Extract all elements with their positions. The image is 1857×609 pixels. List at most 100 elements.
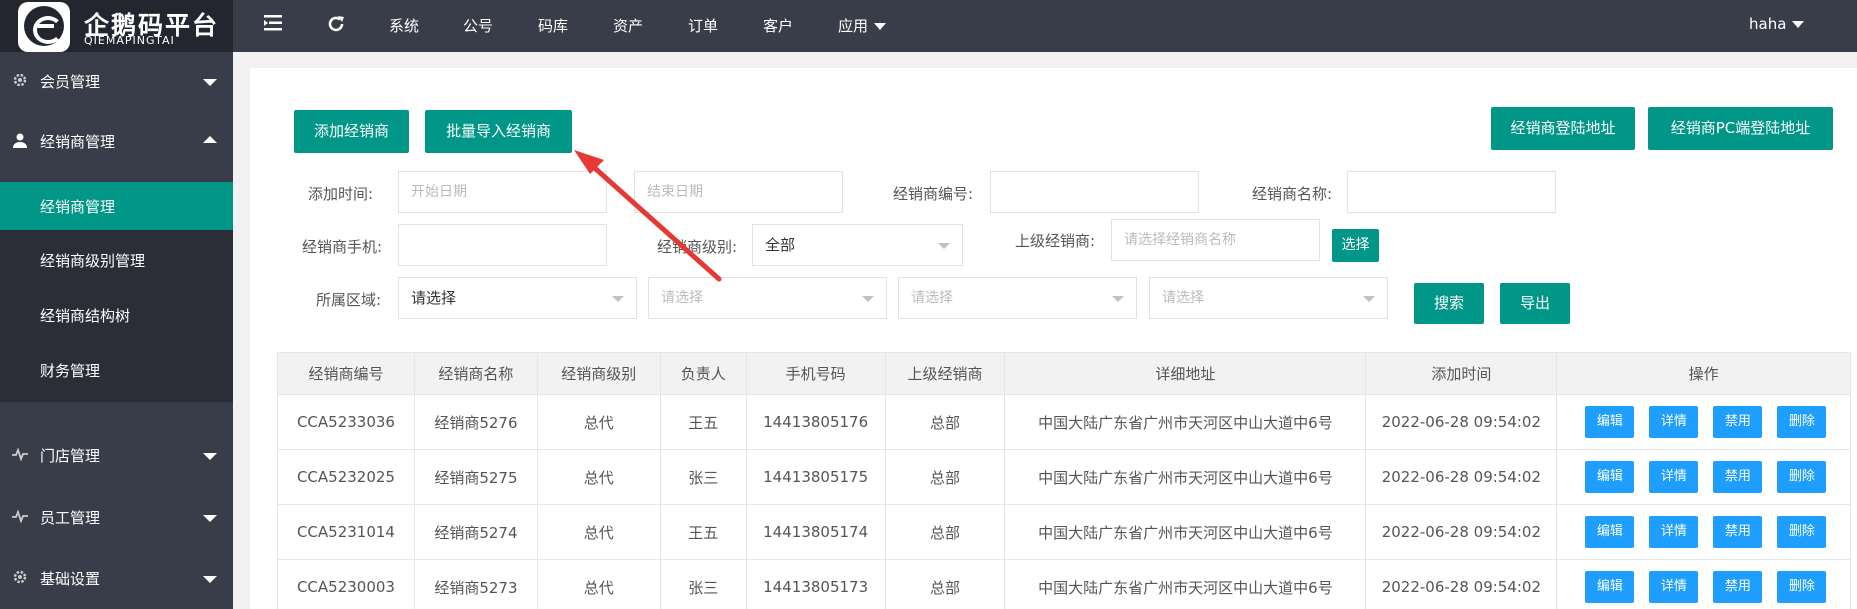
choose-parent-button[interactable]: 选择 (1332, 229, 1379, 262)
disable-button[interactable]: 禁用 (1713, 516, 1763, 548)
cell-parent-dealer: 总部 (884, 504, 1006, 560)
chevron-down-icon (203, 453, 217, 460)
submenu-dealer-tree[interactable]: 经销商结构树 (0, 291, 233, 339)
sidebar-item-stores[interactable]: 门店管理 (0, 426, 233, 486)
delete-button[interactable]: 删除 (1777, 516, 1827, 548)
submenu-finance[interactable]: 财务管理 (0, 346, 233, 394)
batch-import-button[interactable]: 批量导入经销商 (425, 110, 572, 153)
row-actions: 编辑 详情 禁用 删除 (1557, 560, 1850, 609)
submenu-dealer-management[interactable]: 经销商管理 (0, 182, 233, 230)
col-parent-dealer: 上级经销商 (884, 352, 1006, 395)
cell-added-time: 2022-06-28 09:54:02 (1365, 559, 1558, 609)
city-select[interactable]: 请选择 (648, 277, 887, 319)
col-dealer-no: 经销商编号 (277, 352, 415, 395)
chevron-down-icon (1792, 21, 1805, 28)
cell-owner: 王五 (659, 394, 747, 450)
cell-owner: 王五 (659, 504, 747, 560)
nav-official-account[interactable]: 公号 (463, 15, 493, 36)
disable-button[interactable]: 禁用 (1713, 461, 1763, 493)
cell-dealer-level: 总代 (536, 504, 661, 560)
sidebar-item-staff[interactable]: 员工管理 (0, 488, 233, 548)
delete-button[interactable]: 删除 (1777, 406, 1827, 438)
cell-parent-dealer: 总部 (884, 394, 1006, 450)
cell-phone: 14413805175 (745, 449, 886, 505)
district-placeholder: 请选择 (911, 290, 953, 306)
end-date-input[interactable]: 结束日期 (634, 171, 843, 213)
dealer-phone-input[interactable] (398, 224, 607, 266)
edit-button[interactable]: 编辑 (1585, 461, 1635, 493)
refresh-icon[interactable] (326, 14, 346, 39)
table-row: CCA5230003 经销商5273 总代 张三 14413805173 总部 中国大陆广东… (277, 559, 1851, 609)
sidebar-item-label: 基础设置 (40, 570, 101, 588)
submenu-dealer-level[interactable]: 经销商级别管理 (0, 236, 233, 284)
start-date-input[interactable]: 开始日期 (398, 171, 607, 213)
delete-button[interactable]: 删除 (1777, 571, 1827, 603)
logo-icon (18, 2, 70, 52)
chevron-down-icon (203, 576, 217, 583)
district-select[interactable]: 请选择 (898, 277, 1137, 319)
region-label: 所属区域: (315, 291, 381, 309)
sidebar-item-settings[interactable]: 基础设置 (0, 549, 233, 609)
added-time-label: 添加时间: (307, 185, 373, 203)
edit-button[interactable]: 编辑 (1585, 406, 1635, 438)
chevron-down-icon (612, 296, 624, 302)
cell-dealer-no: CCA5230003 (277, 559, 415, 609)
nav-system[interactable]: 系统 (389, 15, 419, 36)
row-actions: 编辑 详情 禁用 删除 (1557, 505, 1850, 559)
sidebar-item-members[interactable]: 会员管理 (0, 52, 233, 112)
cell-address: 中国大陆广东省广州市天河区中山大道中6号 (1004, 559, 1367, 609)
dealer-name-input[interactable] (1347, 171, 1556, 213)
nav-customers[interactable]: 客户 (763, 15, 793, 36)
cell-dealer-no: CCA5232025 (277, 449, 415, 505)
cell-phone: 14413805174 (745, 504, 886, 560)
sidebar-item-dealers[interactable]: 经销商管理 (0, 112, 233, 172)
sidebar-item-label: 员工管理 (40, 509, 101, 527)
gear-icon (13, 73, 27, 87)
dealer-no-input[interactable] (990, 171, 1199, 213)
street-select[interactable]: 请选择 (1149, 277, 1388, 319)
col-added-time: 添加时间 (1365, 352, 1558, 395)
nav-code-library[interactable]: 码库 (538, 15, 568, 36)
cell-added-time: 2022-06-28 09:54:02 (1365, 449, 1558, 505)
pulse-icon (12, 509, 28, 524)
dealer-pc-login-url-button[interactable]: 经销商PC端登陆地址 (1648, 107, 1833, 150)
table-row: CCA5231014 经销商5274 总代 王五 14413805174 总部 中国大陆广东… (277, 504, 1851, 560)
edit-button[interactable]: 编辑 (1585, 516, 1635, 548)
col-dealer-level: 经销商级别 (536, 352, 661, 395)
dealer-name-label: 经销商名称: (1251, 185, 1332, 203)
parent-dealer-input[interactable]: 请选择经销商名称 (1111, 219, 1320, 261)
detail-button[interactable]: 详情 (1649, 516, 1699, 548)
nav-assets[interactable]: 资产 (613, 15, 643, 36)
sidebar: 会员管理 经销商管理 经销商管理 经销商级别管理 经销商结构树 财务管理 门店管… (0, 52, 233, 609)
add-dealer-button[interactable]: 添加经销商 (294, 110, 409, 153)
export-button[interactable]: 导出 (1500, 283, 1570, 324)
cell-dealer-no: CCA5231014 (277, 504, 415, 560)
table-header-row: 经销商编号 经销商名称 经销商级别 负责人 手机号码 上级经销商 详细地址 添加… (277, 352, 1851, 395)
delete-button[interactable]: 删除 (1777, 461, 1827, 493)
detail-button[interactable]: 详情 (1649, 406, 1699, 438)
cell-dealer-level: 总代 (536, 394, 661, 450)
chevron-down-icon (874, 23, 887, 30)
detail-button[interactable]: 详情 (1649, 461, 1699, 493)
province-select[interactable]: 请选择 (398, 277, 637, 319)
search-button[interactable]: 搜索 (1414, 283, 1484, 324)
col-address: 详细地址 (1004, 352, 1367, 395)
disable-button[interactable]: 禁用 (1713, 571, 1763, 603)
menu-toggle-icon[interactable] (264, 14, 284, 37)
dealer-login-url-button[interactable]: 经销商登陆地址 (1491, 107, 1635, 150)
cell-dealer-name: 经销商5274 (413, 504, 538, 560)
dealer-level-select[interactable]: 全部 (752, 224, 963, 266)
parent-dealer-label: 上级经销商: (1014, 232, 1095, 250)
user-menu[interactable]: haha (1749, 15, 1805, 33)
dealer-no-label: 经销商编号: (892, 185, 973, 203)
edit-button[interactable]: 编辑 (1585, 571, 1635, 603)
submenu-label: 经销商结构树 (40, 307, 131, 325)
nav-orders[interactable]: 订单 (688, 15, 718, 36)
nav-apps[interactable]: 应用 (838, 15, 887, 36)
table-row: CCA5233036 经销商5276 总代 王五 14413805176 总部 中国大陆广东… (277, 394, 1851, 450)
detail-button[interactable]: 详情 (1649, 571, 1699, 603)
cell-address: 中国大陆广东省广州市天河区中山大道中6号 (1004, 394, 1367, 450)
sidebar-item-label: 经销商管理 (40, 133, 116, 151)
disable-button[interactable]: 禁用 (1713, 406, 1763, 438)
dealer-level-value: 全部 (765, 236, 796, 254)
